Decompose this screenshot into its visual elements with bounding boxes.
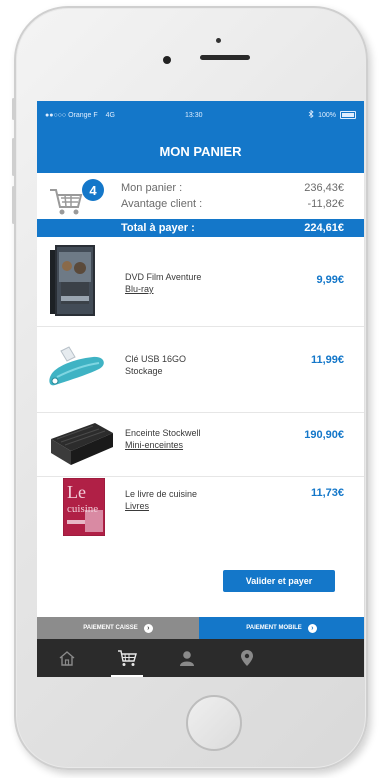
item-category-link[interactable]: Mini-enceintes: [125, 439, 201, 451]
subtotal-value: 236,43€: [304, 182, 344, 194]
clock: 13:30: [185, 111, 203, 119]
item-category-link[interactable]: Stockage: [125, 365, 186, 377]
total-row: Total à payer : 224,61€: [37, 219, 364, 237]
speaker-thumbnail: [47, 419, 117, 470]
payment-bar: PAIEMENT CAISSE › PAIEMENT MOBILE ›: [37, 617, 364, 639]
status-bar: ●●○○○ Orange F 4G 13:30 100%: [37, 101, 364, 129]
discount-label: Avantage client :: [121, 198, 203, 210]
item-name-block: Clé USB 16GO Stockage: [125, 353, 186, 377]
subtotal-label: Mon panier :: [121, 182, 183, 194]
dvd-thumbnail: [47, 244, 101, 323]
item-price: 11,99€: [310, 354, 344, 366]
shopping-cart-icon: [50, 189, 83, 215]
tab-bar: [37, 639, 364, 677]
carrier-label: ●●○○○ Orange F: [45, 111, 98, 119]
battery-label: 100%: [318, 111, 336, 119]
user-icon: [180, 651, 194, 666]
page-title: MON PANIER: [37, 129, 364, 173]
item-name-block: Enceinte Stockwell Mini-enceintes: [125, 427, 201, 451]
cart-summary-icon[interactable]: 4: [49, 179, 104, 217]
cart-item[interactable]: DVD Film Aventure Blu-ray 9,99€: [37, 237, 364, 327]
item-name-block: DVD Film Aventure Blu-ray: [125, 271, 201, 295]
validate-pay-button[interactable]: Valider et payer: [223, 570, 335, 592]
cart-item[interactable]: Le cuisine Le livre de cuisine Livres 11…: [37, 477, 364, 538]
pay-mobile-button[interactable]: PAIEMENT MOBILE ›: [199, 617, 364, 639]
bluetooth-icon: [308, 109, 314, 120]
pay-label-block: PAIEMENT CAISSE: [83, 625, 138, 632]
cart-item[interactable]: Enceinte Stockwell Mini-enceintes 190,90…: [37, 413, 364, 477]
pay-at-register-button[interactable]: PAIEMENT CAISSE ›: [37, 617, 199, 639]
earpiece-speaker: [200, 55, 250, 60]
side-button: [12, 98, 15, 120]
item-name-block: Le livre de cuisine Livres: [125, 488, 197, 512]
item-name: Clé USB 16GO: [125, 354, 187, 364]
cart-item[interactable]: Clé USB 16GO Stockage 11,99€: [37, 327, 364, 413]
side-button: [12, 138, 15, 176]
front-camera: [163, 56, 171, 64]
pay-mobile-label: PAIEMENT MOBILE: [246, 624, 302, 631]
item-category-link[interactable]: Livres: [125, 500, 197, 512]
book-cover-subtitle: cuisine: [67, 503, 98, 515]
item-price: 190,90€: [304, 429, 344, 441]
pay-caisse-label: PAIEMENT CAISSE: [83, 624, 138, 631]
chevron-right-icon: ›: [307, 623, 317, 633]
item-name: DVD Film Aventure: [125, 272, 202, 282]
discount-value: -11,82€: [307, 198, 345, 210]
proximity-sensor: [216, 38, 221, 43]
item-name: Enceinte Stockwell: [125, 428, 201, 438]
book-thumbnail: Le cuisine: [62, 477, 106, 541]
tab-home[interactable]: [37, 639, 97, 677]
tab-stores[interactable]: [217, 639, 277, 677]
pay-label-block: PAIEMENT MOBILE: [246, 625, 302, 632]
location-pin-icon: [241, 650, 253, 666]
book-cover-title: Le: [67, 482, 86, 502]
total-value: 224,61€: [304, 222, 344, 234]
subtotal-row: Mon panier : 236,43€: [121, 182, 344, 194]
item-name: Le livre de cuisine: [125, 489, 198, 499]
side-button: [12, 186, 15, 224]
item-price: 9,99€: [316, 274, 344, 286]
cart-summary: 4 Mon panier : 236,43€ Avantage client :…: [37, 173, 364, 219]
home-button[interactable]: [186, 695, 242, 751]
app-screen: ●●○○○ Orange F 4G 13:30 100% MON PANIER …: [37, 101, 364, 677]
cart-count-badge: 4: [82, 179, 104, 201]
chevron-right-icon: ›: [143, 623, 153, 633]
cart-icon: [118, 650, 137, 666]
item-price: 11,73€: [310, 487, 344, 499]
item-category-link[interactable]: Blu-ray: [125, 283, 201, 295]
tab-cart[interactable]: [97, 639, 157, 677]
network-label: 4G: [105, 111, 115, 119]
status-right: 100%: [308, 109, 356, 120]
usb-key-thumbnail: [47, 345, 109, 396]
battery-icon: [340, 111, 356, 119]
total-label: Total à payer :: [121, 222, 195, 234]
tab-account[interactable]: [157, 639, 217, 677]
home-icon: [59, 651, 75, 666]
discount-row: Avantage client : -11,82€: [121, 198, 344, 210]
